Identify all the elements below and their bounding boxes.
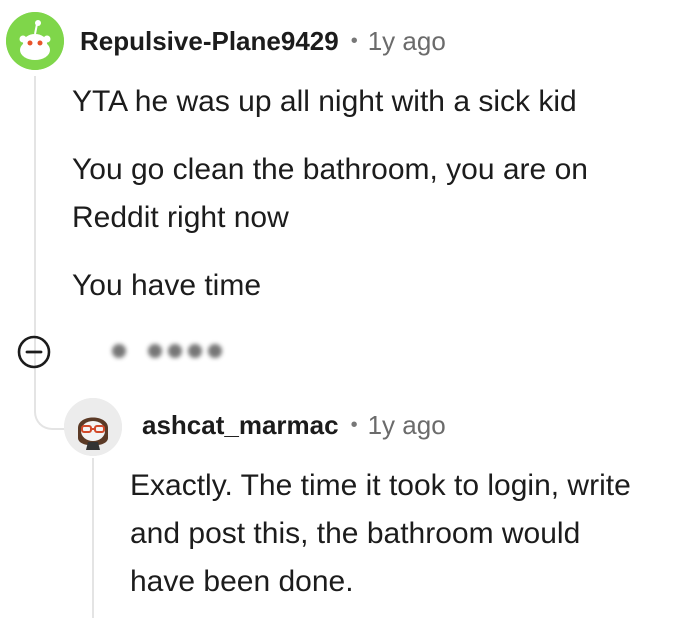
- collapse-button[interactable]: [16, 334, 52, 370]
- thread-line-reply: [92, 458, 94, 618]
- meta-separator: •: [350, 30, 358, 52]
- comment-paragraph: You have time: [72, 269, 262, 302]
- blurred-action-icons[interactable]: [112, 344, 222, 358]
- snoo-with-glasses-avatar: [64, 398, 122, 456]
- avatar[interactable]: [6, 12, 64, 70]
- meta-separator: •: [350, 414, 358, 436]
- comment-paragraph: YTA he was up all night with a sick kid: [72, 85, 577, 118]
- comment-meta: Repulsive-Plane9429 • 1y ago: [80, 26, 446, 57]
- comment-timestamp: 1y ago: [367, 26, 446, 56]
- reply-body: Exactly. The time it took to login, writ…: [130, 462, 650, 626]
- reply-timestamp: 1y ago: [367, 410, 446, 440]
- reply-username[interactable]: ashcat_marmac: [142, 410, 339, 441]
- reply-avatar[interactable]: [64, 398, 122, 456]
- comment-body: YTA he was up all night with a sick kid …: [72, 78, 672, 330]
- comment-username[interactable]: Repulsive-Plane9429: [80, 26, 339, 57]
- comment-paragraph: You go clean the bathroom, you are on Re…: [72, 153, 588, 234]
- reddit-snoo-avatar: [6, 12, 64, 70]
- reply-meta: ashcat_marmac • 1y ago: [142, 410, 446, 441]
- collapse-minus-icon: [17, 335, 51, 369]
- reply-paragraph: Exactly. The time it took to login, writ…: [130, 469, 631, 598]
- reply-connector: [34, 372, 66, 430]
